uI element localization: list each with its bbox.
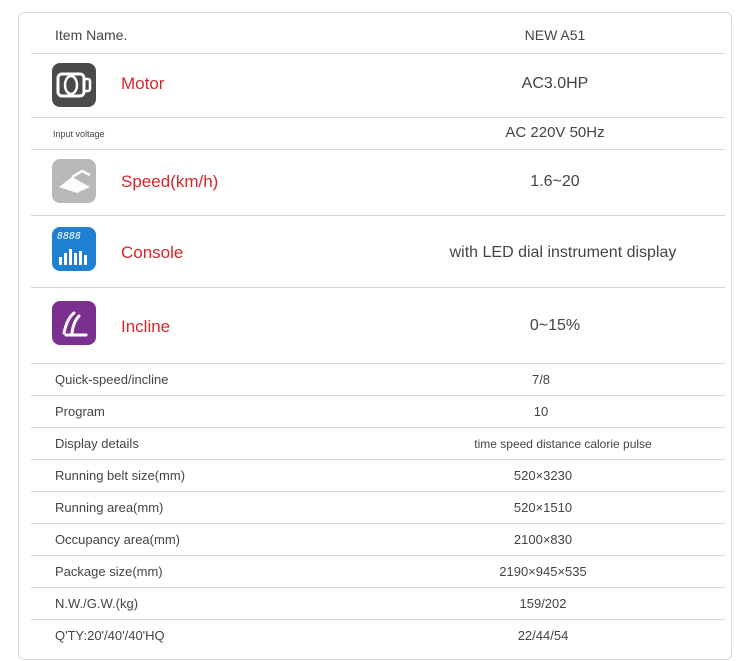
item-name-label: Item Name. [55, 27, 128, 43]
input-voltage-value: AC 220V 50Hz [505, 124, 605, 141]
item-name-value: NEW A51 [524, 27, 586, 43]
spec-row: Q'TY:20'/40'/40'HQ 22/44/54 [31, 619, 725, 651]
spec-value: 2100×830 [513, 532, 573, 547]
spec-row: Package size(mm) 2190×945×535 [31, 555, 725, 588]
spec-row: Running area(mm) 520×1510 [31, 491, 725, 524]
spec-value: 10 [533, 404, 549, 419]
feature-row-console: 8888 Console with LED dial instrument di… [31, 215, 725, 288]
spec-value: 7/8 [531, 372, 551, 387]
spec-label: N.W./G.W.(kg) [55, 596, 139, 611]
spec-value: 22/44/54 [517, 628, 569, 643]
spec-table: Item Name. NEW A51 Motor AC3.0HP Input v… [18, 12, 732, 660]
spec-label: Q'TY:20'/40'/40'HQ [55, 628, 165, 643]
incline-value: 0~15% [529, 317, 581, 334]
spec-label: Running area(mm) [55, 500, 164, 515]
feature-row-speed: Speed(km/h) 1.6~20 [31, 149, 725, 216]
motor-icon [52, 63, 96, 107]
console-label: Console [121, 243, 184, 262]
input-voltage-row: Input voltage AC 220V 50Hz [31, 117, 725, 150]
spec-value: time speed distance calorie pulse [474, 437, 652, 451]
spec-row: Display details time speed distance calo… [31, 427, 725, 460]
header-row: Item Name. NEW A51 [31, 13, 725, 54]
spec-row: Occupancy area(mm) 2100×830 [31, 523, 725, 556]
incline-icon [52, 301, 96, 345]
motor-value: AC3.0HP [521, 75, 589, 92]
spec-row: Running belt size(mm) 520×3230 [31, 459, 725, 492]
spec-label: Package size(mm) [55, 564, 163, 579]
speed-icon [52, 159, 96, 203]
spec-label: Occupancy area(mm) [55, 532, 180, 547]
spec-row: N.W./G.W.(kg) 159/202 [31, 587, 725, 620]
incline-label: Incline [121, 317, 171, 336]
spec-label: Display details [55, 436, 139, 451]
spec-value: 520×3230 [513, 468, 573, 483]
speed-value: 1.6~20 [530, 173, 580, 190]
spec-value: 2190×945×535 [499, 564, 587, 579]
motor-label: Motor [121, 74, 165, 93]
spec-label: Program [55, 404, 105, 419]
speed-label: Speed(km/h) [121, 172, 219, 191]
feature-row-incline: Incline 0~15% [31, 287, 725, 364]
spec-row: Quick-speed/incline 7/8 [31, 363, 725, 396]
input-voltage-label: Input voltage [53, 129, 105, 139]
spec-label: Running belt size(mm) [55, 468, 186, 483]
feature-row-motor: Motor AC3.0HP [31, 53, 725, 118]
console-value: with LED dial instrument display [449, 244, 677, 261]
console-icon: 8888 [52, 227, 96, 271]
spec-value: 520×1510 [513, 500, 573, 515]
spec-label: Quick-speed/incline [55, 372, 169, 387]
spec-value: 159/202 [519, 596, 567, 611]
spec-row: Program 10 [31, 395, 725, 428]
